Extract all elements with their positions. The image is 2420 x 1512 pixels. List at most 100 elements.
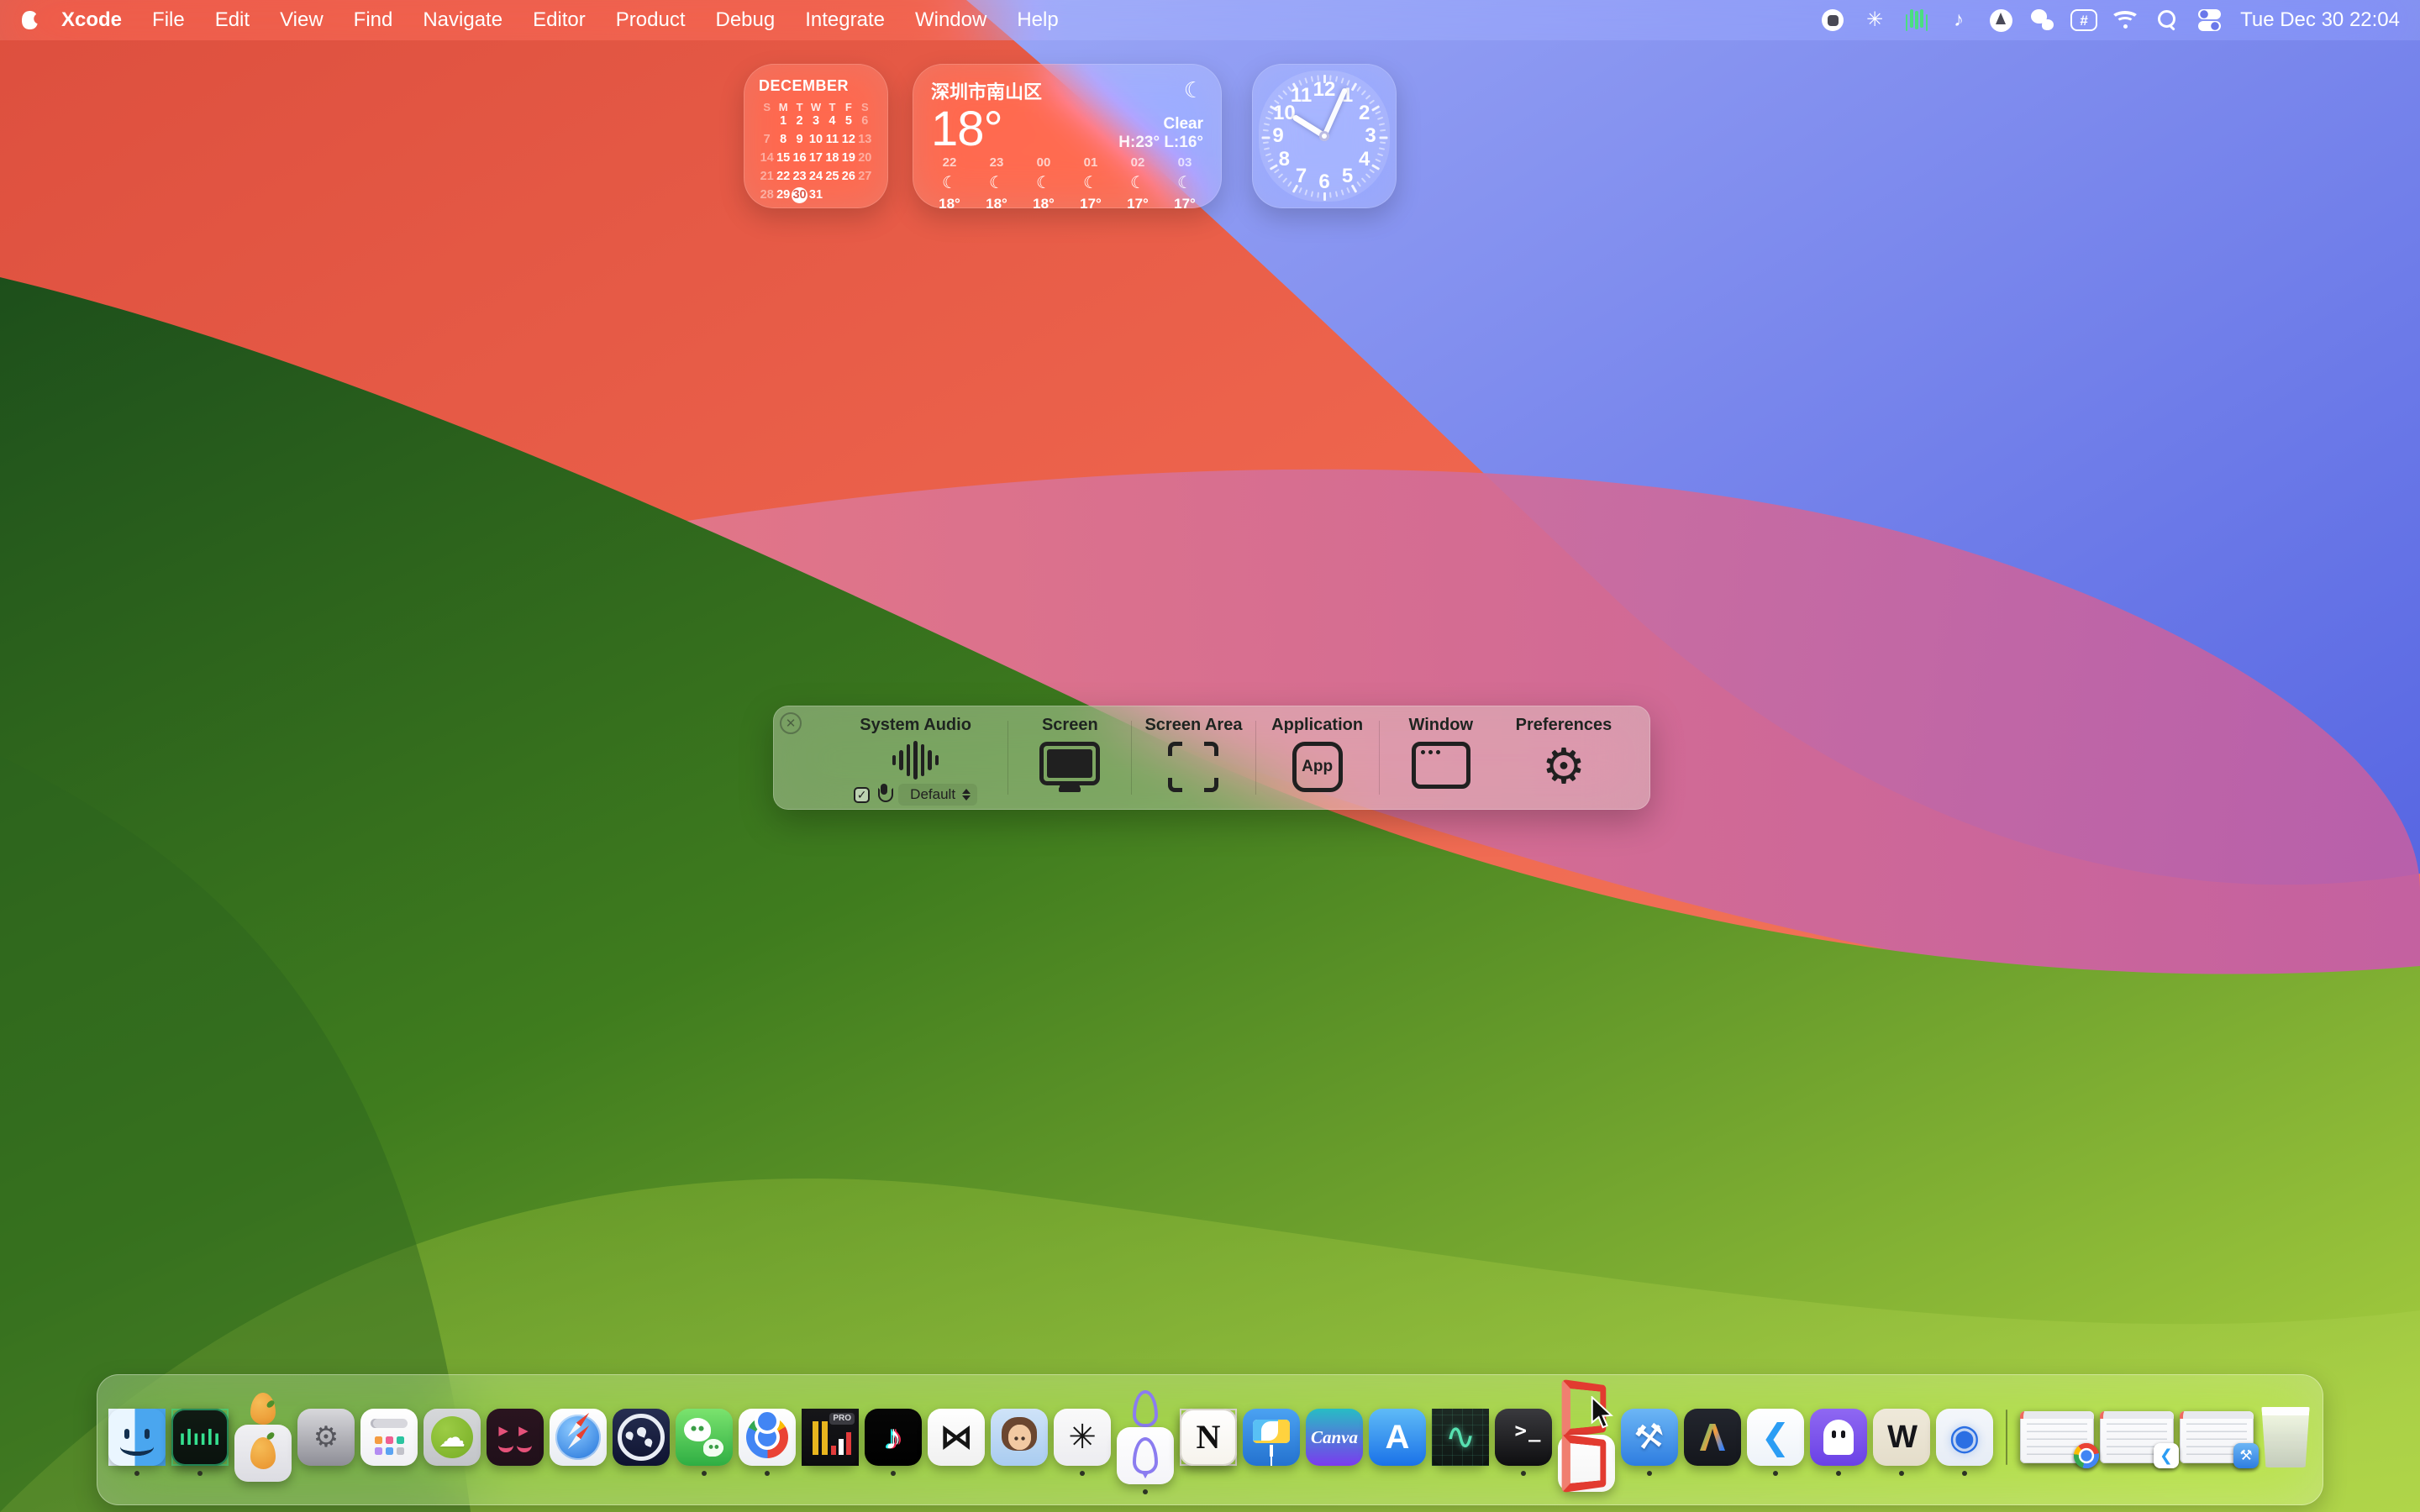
- trash[interactable]: [2260, 1407, 2312, 1467]
- menu-item[interactable]: Edit: [200, 8, 265, 32]
- rocket-icon[interactable]: [1986, 6, 2015, 34]
- application-section[interactable]: Application App: [1256, 706, 1379, 810]
- moon-icon: ☾: [1130, 172, 1145, 193]
- minimized-xcode-window[interactable]: [2180, 1411, 2254, 1463]
- menu-item[interactable]: View: [265, 8, 339, 32]
- downie-app[interactable]: ▶ ▶: [487, 1409, 544, 1466]
- audio-device-select[interactable]: Default: [898, 784, 977, 806]
- capcut[interactable]: ⋈: [928, 1409, 985, 1466]
- weather-widget[interactable]: 深圳市南山区 18° ☾ Clear H:23° L:16° 22 ☾ 18° …: [913, 64, 1222, 208]
- running-indicator-dot: [1773, 1471, 1778, 1476]
- dock-icon-tile: [2100, 1411, 2174, 1463]
- clock-center-cap: [1319, 131, 1329, 141]
- menu-item[interactable]: Debug: [701, 8, 791, 32]
- calendar-cell: 6: [857, 113, 873, 129]
- screen-section[interactable]: Screen: [1008, 706, 1131, 810]
- hour-label: 23: [990, 155, 1004, 170]
- running-indicator-dot: [1080, 1471, 1085, 1476]
- running-indicator-dot: [702, 1471, 707, 1476]
- canva[interactable]: Canva: [1306, 1409, 1363, 1466]
- window-section[interactable]: Window: [1380, 706, 1502, 810]
- system-settings[interactable]: ⚙: [297, 1409, 355, 1466]
- stats-pro-app[interactable]: PRO: [802, 1409, 859, 1466]
- preferences-section[interactable]: Preferences ⚙: [1502, 706, 1625, 810]
- dock-icon-tile: [739, 1409, 796, 1466]
- obs[interactable]: [613, 1409, 670, 1466]
- calendar-cell: 16: [792, 150, 808, 166]
- hour-temp: 18°: [939, 196, 960, 213]
- launcher-app[interactable]: [360, 1409, 418, 1466]
- menu-item[interactable]: Help: [1002, 8, 1073, 32]
- tiktok-icon[interactable]: ♪: [1944, 6, 1973, 34]
- xcode[interactable]: ⚒: [1621, 1409, 1678, 1466]
- menu-item[interactable]: Navigate: [408, 8, 518, 32]
- dock-icon-tile: [2020, 1411, 2094, 1463]
- avatar-app[interactable]: [991, 1409, 1048, 1466]
- dock-icon-tile: [550, 1409, 607, 1466]
- finder[interactable]: [108, 1409, 166, 1466]
- blue-swirl-app[interactable]: ◉: [1936, 1409, 1993, 1466]
- menu-item[interactable]: Product: [601, 8, 701, 32]
- calendar-day-header: M: [775, 101, 791, 113]
- podcast-audio-app[interactable]: ılıılı: [171, 1409, 229, 1466]
- safari[interactable]: [550, 1409, 607, 1466]
- menu-item[interactable]: Integrate: [790, 8, 900, 32]
- dock-icon-tile: W: [1873, 1409, 1930, 1466]
- chrome[interactable]: [739, 1409, 796, 1466]
- calendar-widget[interactable]: DECEMBER SMTWTFS 12345678910111213141516…: [744, 64, 888, 208]
- calendar-cell: [759, 113, 775, 129]
- system-audio-section[interactable]: System Audio ✓ Default: [823, 706, 1007, 810]
- wechat[interactable]: [676, 1409, 733, 1466]
- record-stop-icon[interactable]: [1818, 6, 1847, 34]
- hour-label: 03: [1178, 155, 1192, 170]
- control-center-icon[interactable]: [2195, 6, 2223, 34]
- app-store[interactable]: A: [1369, 1409, 1426, 1466]
- vscode[interactable]: ❮: [1747, 1409, 1804, 1466]
- dock-icon-tile: [234, 1425, 292, 1482]
- close-icon[interactable]: ✕: [780, 712, 802, 734]
- running-indicator-dot: [1143, 1489, 1148, 1494]
- clock-widget[interactable]: 123456789101112: [1252, 64, 1397, 208]
- dock-icon-tile: ☁: [424, 1409, 481, 1466]
- apple-logo-icon[interactable]: [22, 11, 38, 29]
- screen-icon: [1039, 742, 1100, 785]
- dock-icon-tile: A: [1369, 1409, 1426, 1466]
- microphone-icon[interactable]: [876, 784, 892, 806]
- screen-area-section[interactable]: Screen Area: [1132, 706, 1255, 810]
- audio-wave-icon[interactable]: [1902, 6, 1931, 34]
- calendar-day-header: S: [759, 101, 775, 113]
- audio-checkbox[interactable]: ✓: [854, 787, 870, 803]
- tiktok[interactable]: ♪: [865, 1409, 922, 1466]
- chatgpt[interactable]: ✳: [1054, 1409, 1111, 1466]
- menu-item[interactable]: Find: [339, 8, 408, 32]
- dock-icon-tile: [613, 1409, 670, 1466]
- search-icon[interactable]: [2153, 6, 2181, 34]
- menu-bar-clock[interactable]: Tue Dec 30 22:04: [2240, 8, 2400, 32]
- input-source-icon[interactable]: #: [2070, 9, 2097, 31]
- cloud-upload-app[interactable]: ☁: [424, 1409, 481, 1466]
- minimized-vscode-window[interactable]: [2100, 1411, 2174, 1463]
- clock-number: 8: [1272, 147, 1296, 172]
- minimized-chrome-window[interactable]: [2020, 1411, 2094, 1463]
- terminal[interactable]: >_: [1495, 1409, 1552, 1466]
- clock-number: 9: [1266, 123, 1290, 149]
- keynote[interactable]: [1243, 1409, 1300, 1466]
- pear-app[interactable]: [234, 1393, 292, 1482]
- screen-area-label: Screen Area: [1144, 716, 1242, 735]
- dock-icon-tile: [1810, 1409, 1867, 1466]
- menu-item[interactable]: Window: [900, 8, 1002, 32]
- notion[interactable]: N: [1180, 1409, 1237, 1466]
- gradient-peak-app[interactable]: Λ: [1684, 1409, 1741, 1466]
- active-app-menu[interactable]: Xcode: [46, 8, 137, 32]
- wechat-icon[interactable]: [2028, 6, 2057, 34]
- ghost-app[interactable]: [1810, 1409, 1867, 1466]
- pulse-monitor-app[interactable]: ∿: [1432, 1409, 1489, 1466]
- application-icon: App: [1292, 742, 1343, 792]
- chatgpt-icon[interactable]: ✳: [1860, 6, 1889, 34]
- wifi-icon[interactable]: [2111, 6, 2139, 34]
- menu-item[interactable]: Editor: [518, 8, 601, 32]
- menu-item[interactable]: File: [137, 8, 200, 32]
- rocket-app[interactable]: [1117, 1390, 1174, 1484]
- moon-icon: ☾: [1083, 172, 1098, 193]
- w-app[interactable]: W: [1873, 1409, 1930, 1466]
